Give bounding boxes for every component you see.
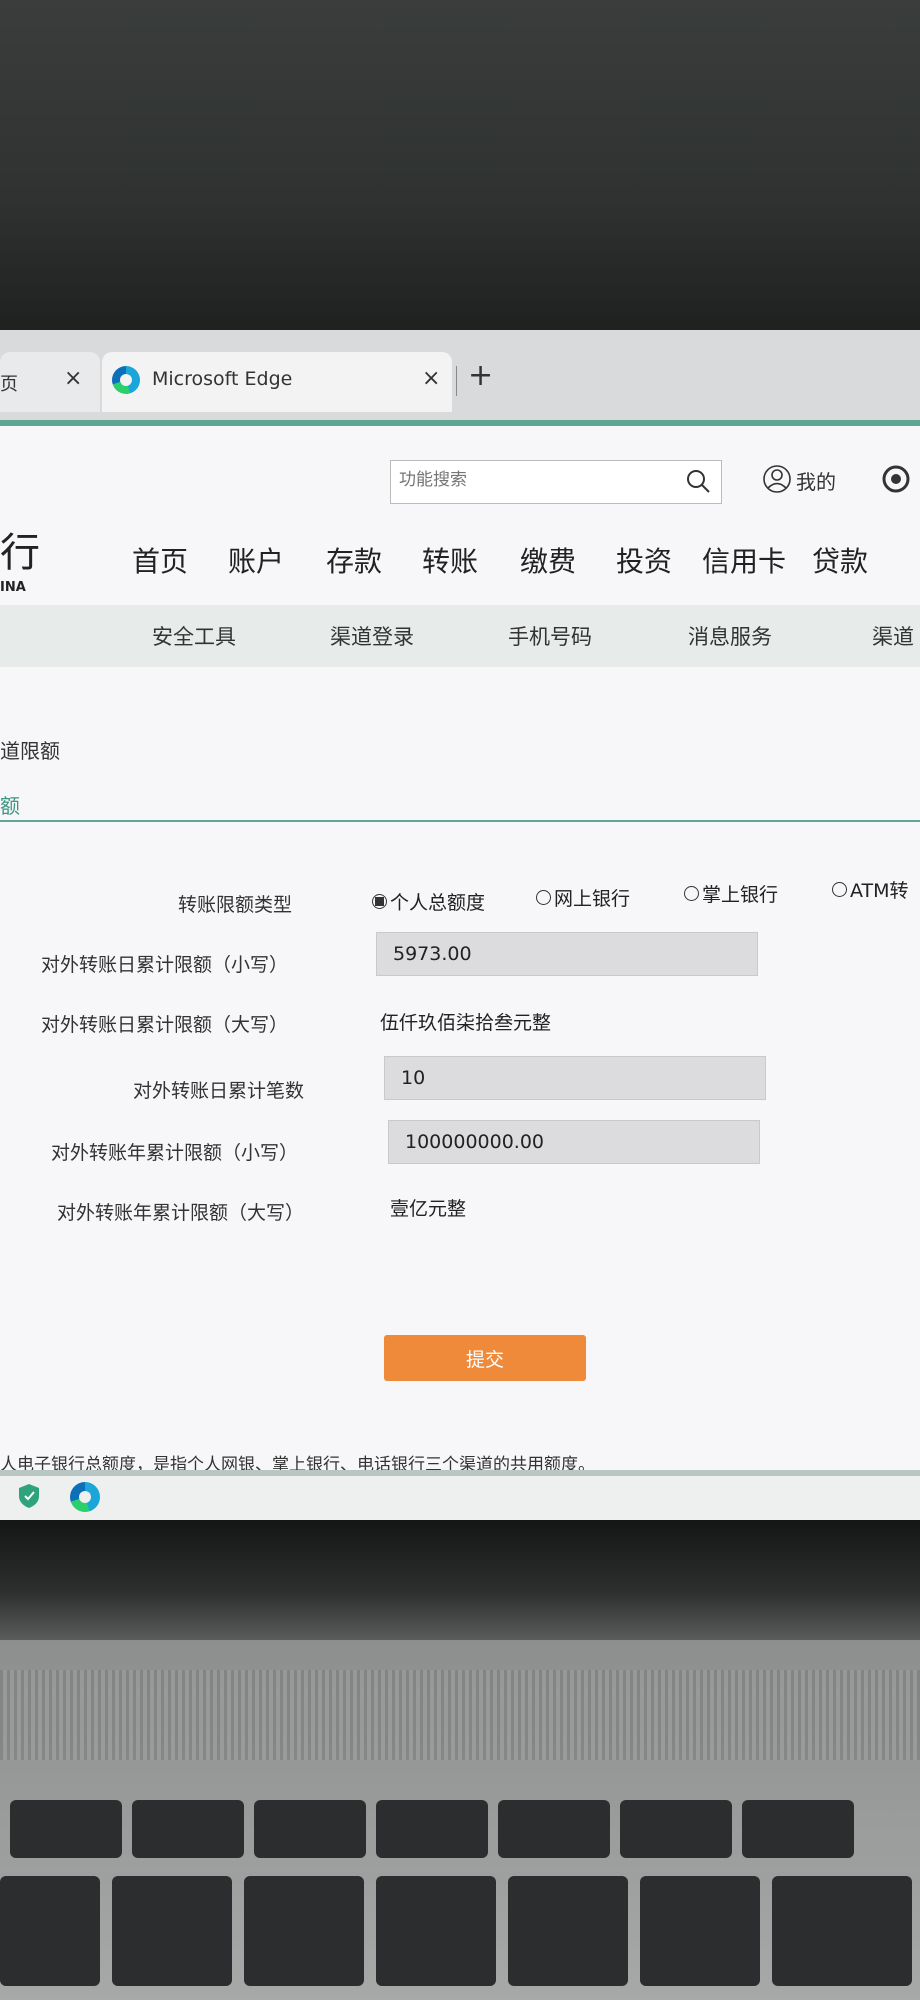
daily-count-input[interactable]: [399, 1066, 743, 1090]
keyboard-key: [254, 1800, 366, 1858]
daily-count-label: 对外转账日累计笔数: [132, 1080, 304, 1102]
sub-nav: 安全工具 渠道登录 手机号码 消息服务 渠道: [0, 605, 920, 667]
new-tab-button[interactable]: +: [468, 358, 493, 393]
radio-mobile-banking[interactable]: 掌上银行: [684, 880, 778, 907]
daily-amount-field[interactable]: [376, 932, 758, 976]
keyboard-key: [498, 1800, 610, 1858]
radio-indicator[interactable]: [832, 882, 847, 897]
keyboard-key: [376, 1876, 496, 1986]
tab-microsoft-edge[interactable]: Microsoft Edge ×: [102, 352, 452, 412]
daily-amount-input[interactable]: [391, 942, 735, 966]
transfer-limit-type-label: 转账限额类型: [177, 894, 292, 916]
section-divider: [0, 820, 920, 822]
edge-logo-icon: [112, 366, 140, 394]
daily-amount-upper-value: 伍仟玖佰柒拾叁元整: [380, 1012, 552, 1034]
subnav-security-tools[interactable]: 安全工具: [152, 621, 236, 651]
yearly-amount-upper-label: 对外转账年累计限额（大写）: [56, 1202, 304, 1224]
yearly-amount-input[interactable]: [403, 1130, 747, 1154]
tab-previous-title: 页: [0, 374, 18, 395]
user-icon[interactable]: [762, 464, 792, 494]
daily-count-field[interactable]: [384, 1056, 766, 1100]
radio-personal-total[interactable]: 个人总额度: [372, 888, 485, 915]
keyboard-key: [10, 1800, 122, 1858]
daily-amount-upper-label: 对外转账日累计限额（大写）: [40, 1014, 288, 1036]
edge-taskbar-icon[interactable]: [70, 1482, 100, 1512]
subnav-message-service[interactable]: 消息服务: [688, 621, 772, 651]
top-accent-rule: [0, 420, 920, 426]
bank-page: 我的 行 INA 首页 账户 存款 转账 缴费 投资 信用卡 贷款 安全工具 渠…: [0, 420, 920, 1520]
section-tab-limit[interactable]: 额: [0, 790, 20, 819]
keyboard-key: [772, 1876, 912, 1986]
nav-deposit[interactable]: 存款: [326, 540, 382, 580]
close-icon[interactable]: ×: [64, 366, 82, 391]
radio-atm[interactable]: ATM转: [832, 876, 909, 903]
laptop-top-bezel: [0, 0, 920, 330]
radio-label: 个人总额度: [390, 892, 486, 914]
keyboard-key: [0, 1876, 100, 1986]
speaker-grille: [0, 1670, 920, 1760]
my-account-link[interactable]: 我的: [796, 466, 836, 495]
screen: 页 × Microsoft Edge × + 我的: [0, 330, 920, 1520]
submit-button[interactable]: 提交: [384, 1335, 586, 1381]
subnav-channel[interactable]: 渠道: [872, 621, 914, 651]
nav-invest[interactable]: 投资: [616, 540, 672, 580]
keyboard-key: [640, 1876, 760, 1986]
search-icon[interactable]: [685, 468, 711, 494]
laptop-keyboard: [0, 1640, 920, 2000]
breadcrumb[interactable]: 道限额: [0, 735, 60, 764]
nav-payment[interactable]: 缴费: [520, 540, 576, 580]
daily-amount-label: 对外转账日累计限额（小写）: [40, 954, 288, 976]
browser-tab-bar: 页 × Microsoft Edge × +: [0, 330, 920, 420]
keyboard-key: [112, 1876, 232, 1986]
taskbar: [0, 1476, 920, 1520]
radio-label: ATM转: [850, 880, 909, 902]
radio-indicator[interactable]: [684, 886, 699, 901]
close-icon[interactable]: ×: [422, 366, 440, 391]
keyboard-key: [376, 1800, 488, 1858]
radio-online-banking[interactable]: 网上银行: [536, 884, 630, 911]
keyboard-key: [742, 1800, 854, 1858]
keyboard-key: [508, 1876, 628, 1986]
bank-logo-text: 行: [0, 530, 40, 576]
keyboard-key: [244, 1876, 364, 1986]
tab-previous[interactable]: 页 ×: [0, 352, 100, 412]
nav-account[interactable]: 账户: [228, 540, 284, 580]
laptop-bottom-bezel: [0, 1520, 920, 1640]
subnav-channel-login[interactable]: 渠道登录: [330, 621, 414, 651]
tab-separator: [456, 366, 457, 396]
tab-title: Microsoft Edge: [152, 368, 293, 390]
nav-loan[interactable]: 贷款: [812, 540, 868, 580]
function-search[interactable]: [390, 460, 722, 504]
keyboard-key: [620, 1800, 732, 1858]
radio-indicator[interactable]: [536, 890, 551, 905]
nav-home[interactable]: 首页: [132, 540, 188, 580]
yearly-amount-label: 对外转账年累计限额（小写）: [50, 1142, 298, 1164]
keyboard-key: [132, 1800, 244, 1858]
subnav-phone-number[interactable]: 手机号码: [508, 621, 592, 651]
search-input[interactable]: [397, 469, 671, 491]
radio-label: 网上银行: [554, 888, 631, 910]
yearly-amount-field[interactable]: [388, 1120, 760, 1164]
nav-transfer[interactable]: 转账: [422, 540, 478, 580]
yearly-amount-upper-value: 壹亿元整: [390, 1198, 467, 1220]
nav-credit-card[interactable]: 信用卡: [702, 540, 786, 580]
service-icon[interactable]: [880, 464, 920, 494]
main-nav: 首页 账户 存款 转账 缴费 投资 信用卡 贷款: [120, 540, 920, 600]
shield-icon[interactable]: [16, 1482, 42, 1510]
radio-label: 掌上银行: [702, 884, 779, 906]
radio-selected-indicator[interactable]: [372, 894, 387, 909]
bank-logo-subtext: INA: [0, 580, 26, 595]
